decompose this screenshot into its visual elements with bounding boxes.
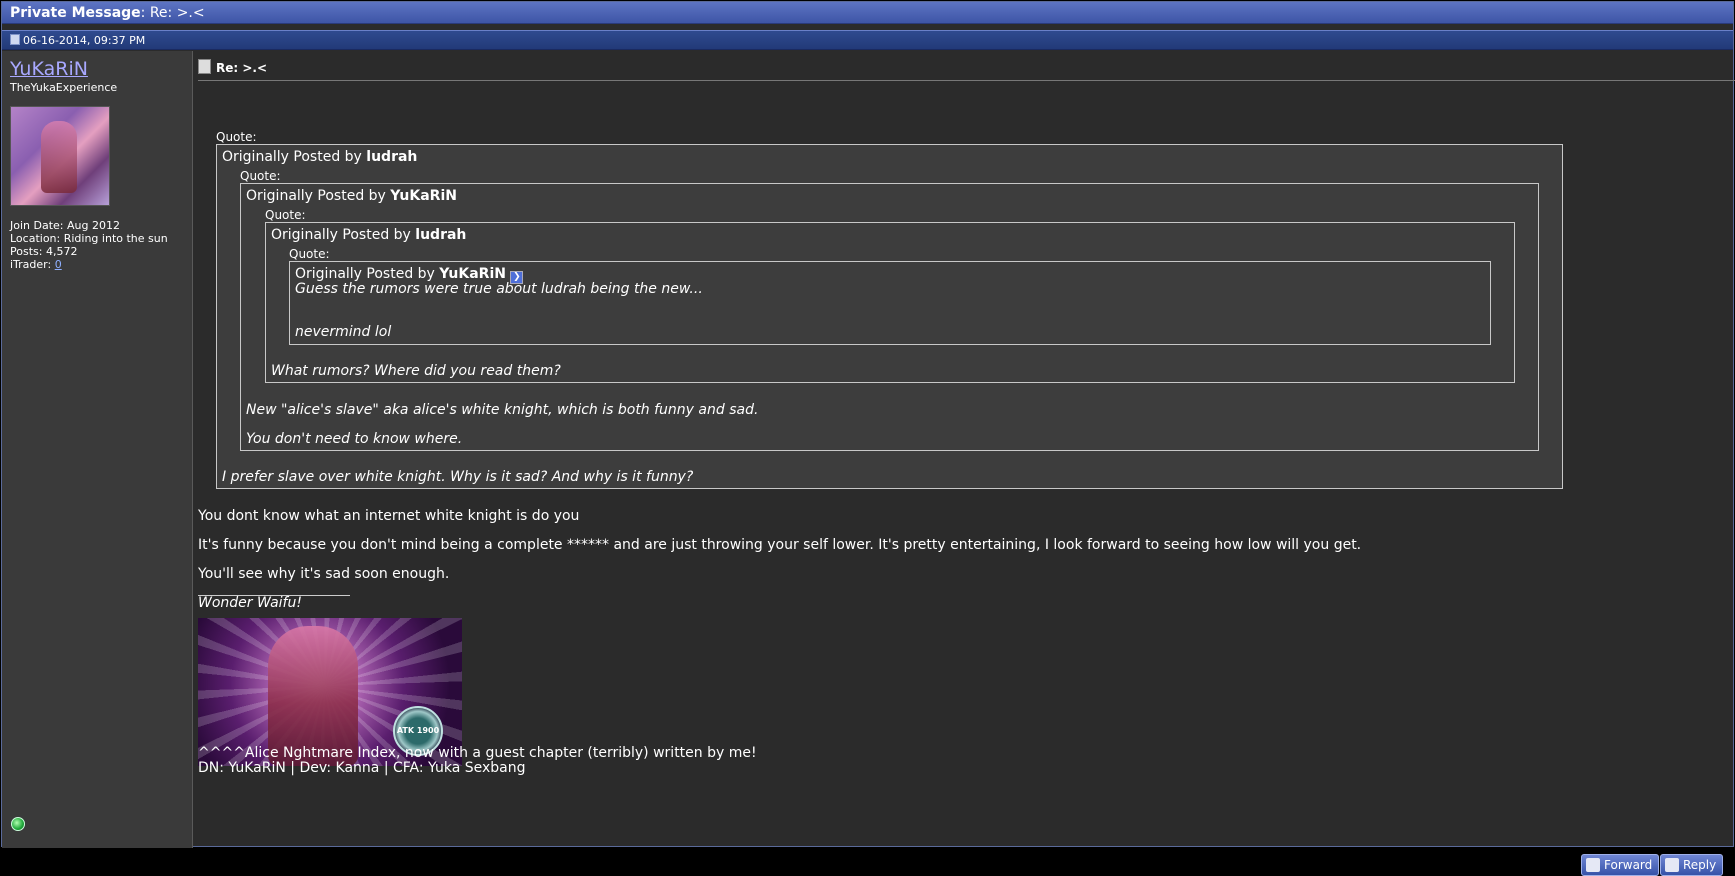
date-bar: 06-16-2014, 09:37 PM [2, 30, 1733, 50]
quote2-line1: New "alice's slave" aka alice's white kn… [246, 402, 759, 418]
post-date: 06-16-2014, 09:37 PM [23, 34, 146, 47]
post-title: Re: >.< [198, 59, 267, 75]
quote4-line2: nevermind lol [295, 324, 392, 340]
quote3-posted-by: Originally Posted by [271, 227, 411, 243]
quote2-posted-by: Originally Posted by [246, 188, 386, 204]
reply-label: Reply [1683, 858, 1717, 872]
body-line-3: You'll see why it's sad soon enough. [198, 566, 450, 582]
forward-label: Forward [1604, 858, 1653, 872]
forward-icon [1586, 858, 1600, 872]
post-content: Re: >.< Quote: Originally Posted by ludr… [198, 51, 1735, 876]
quote-label: Quote: [265, 208, 306, 222]
quote3-header: Originally Posted by ludrah [271, 227, 466, 243]
quote1-author: ludrah [366, 149, 418, 165]
divider [198, 80, 1735, 81]
title-bar: Private Message: Re: >.< [2, 2, 1733, 24]
signature-line-2: DN: YuKaRiN | Dev: Kanna | CFA: Yuka Sex… [198, 760, 526, 776]
quote4-posted-by: Originally Posted by [295, 266, 435, 282]
quote1-posted-by: Originally Posted by [222, 149, 362, 165]
join-date: Join Date: Aug 2012 [10, 219, 120, 232]
quote1-text: I prefer slave over white knight. Why is… [222, 469, 694, 485]
title-prefix: Private Message [10, 5, 141, 21]
signature-line-1: ^^^^Alice Nghtmare Index, now with a gue… [198, 745, 757, 761]
forward-button[interactable]: Forward [1581, 854, 1660, 876]
title-suffix: : Re: >.< [140, 5, 205, 21]
username-link[interactable]: YuKaRiN [10, 58, 88, 80]
quote1-header: Originally Posted by ludrah [222, 149, 417, 165]
quote-label: Quote: [289, 247, 330, 261]
post-doc-icon [10, 34, 20, 45]
signature-image: ATK 1900 [198, 618, 462, 766]
quote2-header: Originally Posted by YuKaRiN [246, 188, 457, 204]
pm-window: Private Message: Re: >.< 06-16-2014, 09:… [1, 1, 1735, 876]
reply-button[interactable]: Reply [1660, 854, 1724, 876]
quote3-author: ludrah [415, 227, 467, 243]
user-stats: Join Date: Aug 2012 Location: Riding int… [10, 219, 168, 271]
quote2-author: YuKaRiN [390, 188, 457, 204]
post-title-text: Re: >.< [216, 61, 268, 75]
post-count: Posts: 4,572 [10, 245, 78, 258]
avatar[interactable] [10, 106, 110, 206]
itrader: iTrader: 0 [10, 258, 168, 271]
user-title: TheYukaExperience [10, 81, 118, 94]
avatar-figure [41, 121, 77, 193]
location: Location: Riding into the sun [10, 232, 168, 245]
quote3-text: What rumors? Where did you read them? [271, 363, 561, 379]
body-line-1: You dont know what an internet white kni… [198, 508, 580, 524]
reply-icon [1665, 858, 1679, 872]
quote-label: Quote: [240, 169, 281, 183]
body-line-2: It's funny because you don't mind being … [198, 537, 1362, 553]
itrader-link[interactable]: 0 [55, 258, 62, 271]
quote-label: Quote: [216, 130, 257, 144]
user-sidebar: YuKaRiN TheYukaExperience Join Date: Aug… [2, 51, 193, 848]
quote2-line2: You don't need to know where. [246, 431, 463, 447]
online-status-icon [11, 817, 25, 831]
quote4-line1: Guess the rumors were true about ludrah … [295, 281, 703, 297]
post-icon [198, 59, 211, 74]
itrader-label: iTrader: [10, 258, 55, 271]
quote4-author: YuKaRiN [439, 266, 506, 282]
signature-caption: Wonder Waifu! [198, 595, 302, 611]
